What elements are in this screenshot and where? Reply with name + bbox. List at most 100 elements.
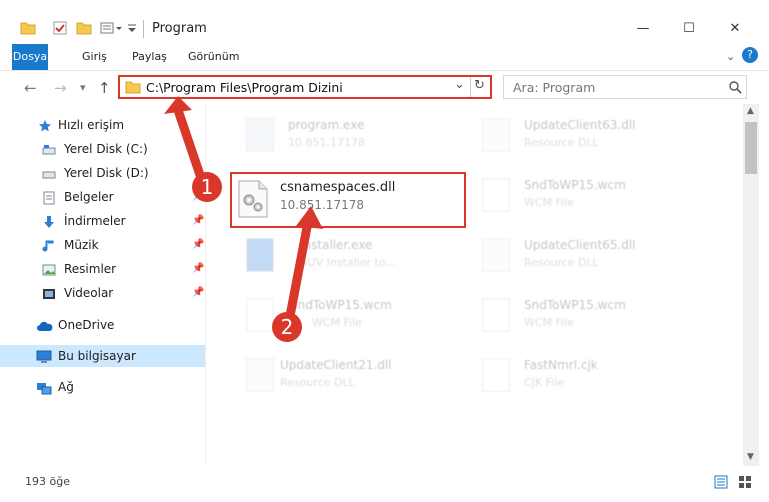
blank-file-icon [246,298,274,332]
file-item[interactable]: SndToWP15.wcm WCM File [218,290,458,340]
sidebar-item-pictures[interactable]: Resimler 📌 [0,258,205,280]
sidebar-item-label: İndirmeler [64,214,126,228]
file-item[interactable]: UpdateClient21.dll Resource DLL [218,350,458,400]
back-button[interactable]: ← [24,79,37,97]
large-icons-view-icon[interactable] [738,475,752,492]
file-detail: 10.851.17178 [280,198,364,212]
file-detail: Resource DLL [524,136,599,149]
download-icon [42,214,56,228]
file-item[interactable]: Installer.exe AUV Installer to... [218,230,458,280]
help-button[interactable]: ? [742,47,758,63]
dll-file-icon [246,358,274,392]
file-detail: Resource DLL [280,376,355,389]
dropdown-arrow-icon[interactable] [127,20,137,38]
step-1-badge: 1 [192,172,222,202]
tab-dosya[interactable]: Dosya [12,44,48,70]
sidebar-item-quick-access[interactable]: Hızlı erişim [0,114,205,136]
folder-icon [125,80,141,97]
dll-file-icon [238,180,268,218]
details-view-icon[interactable] [714,475,728,492]
file-name: SndToWP15.wcm [524,298,626,312]
search-icon[interactable] [728,80,742,97]
address-dropdown-icon[interactable]: ⌄ [454,77,465,92]
maximize-button[interactable]: ☐ [666,18,712,40]
tab-gorunum[interactable]: Görünüm [178,44,249,70]
scroll-down-icon[interactable]: ▼ [747,452,754,462]
file-item[interactable]: UpdateClient65.dll Resource DLL [454,230,694,280]
forward-button[interactable]: → [54,79,67,97]
sidebar-item-music[interactable]: Müzik 📌 [0,234,205,256]
blank-file-icon [482,178,510,212]
sidebar-item-label: Müzik [64,238,99,252]
refresh-button[interactable]: ↻ [474,78,485,93]
file-name: UpdateClient65.dll [524,238,636,252]
file-detail: WCM File [524,196,574,209]
scroll-up-icon[interactable]: ▲ [747,106,754,116]
music-icon [42,238,56,252]
sidebar-item-local-disk-c[interactable]: Yerel Disk (C:) [0,138,205,160]
sidebar-item-label: Hızlı erişim [58,118,125,132]
drive-icon [42,166,56,180]
file-name: Installer.exe [300,238,373,252]
file-name: SndToWP15.wcm [524,178,626,192]
sidebar-item-onedrive[interactable]: OneDrive [0,314,205,336]
step-2-badge: 2 [272,312,302,342]
file-name: csnamespaces.dll [280,180,396,195]
sidebar-item-label: Ağ [58,380,74,394]
pin-icon: 📌 [192,287,205,298]
file-item[interactable]: program.exe 10.851.17178 [218,110,458,160]
cloud-icon [36,318,54,332]
file-detail: WCM File [312,316,362,329]
file-detail: WCM File [524,316,574,329]
title-separator [143,20,144,38]
properties-icon[interactable] [52,20,68,38]
pin-icon: 📌 [192,263,205,274]
close-button[interactable]: ✕ [712,18,758,40]
sidebar-item-label: Yerel Disk (C:) [64,142,148,156]
documents-icon [42,190,56,205]
file-detail: AUV Installer to... [300,256,396,269]
sidebar-item-videos[interactable]: Videolar 📌 [0,282,205,304]
sidebar-item-label: Bu bilgisayar [58,349,136,363]
minimize-button[interactable]: — [620,18,666,40]
folder-icon [20,20,36,38]
search-input[interactable]: Ara: Program [513,80,595,95]
search-box[interactable]: Ara: Program [503,75,747,99]
vertical-scrollbar[interactable]: ▲ ▼ [743,104,759,466]
star-icon [38,118,52,132]
sidebar-item-network[interactable]: Ağ [0,376,205,398]
sidebar-item-documents[interactable]: Belgeler 📌 [0,186,205,208]
tab-paylas[interactable]: Paylaş [122,44,177,70]
scrollbar-thumb[interactable] [745,122,757,174]
network-icon [36,380,52,395]
highlighted-file-item[interactable]: csnamespaces.dll 10.851.17178 [230,172,466,228]
pin-icon: 📌 [192,215,205,226]
address-separator [470,77,471,97]
sidebar-item-local-disk-d[interactable]: Yerel Disk (D:) [0,162,205,184]
file-item[interactable]: SndToWP15.wcm WCM File [454,290,694,340]
tab-giris[interactable]: Giriş [72,44,117,70]
file-name: FastNmrl.cjk [524,358,598,372]
sidebar-item-downloads[interactable]: İndirmeler 📌 [0,210,205,232]
recent-locations-button[interactable]: ▾ [80,81,86,94]
ribbon-expand-icon[interactable]: ⌄ [726,50,735,63]
installer-file-icon [246,238,274,272]
dll-file-icon [482,238,510,272]
sidebar-item-label: Resimler [64,262,117,276]
address-bar[interactable]: C:\Program Files\Program Dizini ⌄ ↻ [118,75,492,99]
blank-file-icon [482,298,510,332]
status-bar: 193 öğe [0,470,769,502]
file-list: program.exe 10.851.17178 UpdateClient63.… [206,108,742,463]
up-button[interactable]: ↑ [98,79,111,97]
sidebar-item-this-pc[interactable]: Bu bilgisayar [0,345,205,367]
file-item[interactable]: UpdateClient63.dll Resource DLL [454,110,694,160]
file-item[interactable]: SndToWP15.wcm WCM File [454,170,694,220]
address-path[interactable]: C:\Program Files\Program Dizini [146,80,343,95]
customize-toolbar-icon[interactable] [100,20,124,38]
title-bar: Program — ☐ ✕ [0,0,769,44]
file-item[interactable]: FastNmrl.cjk CJK File [454,350,694,400]
exe-file-icon [246,118,274,152]
window-title: Program [152,21,207,36]
new-folder-icon[interactable] [76,20,92,38]
sidebar-item-label: Belgeler [64,190,114,204]
